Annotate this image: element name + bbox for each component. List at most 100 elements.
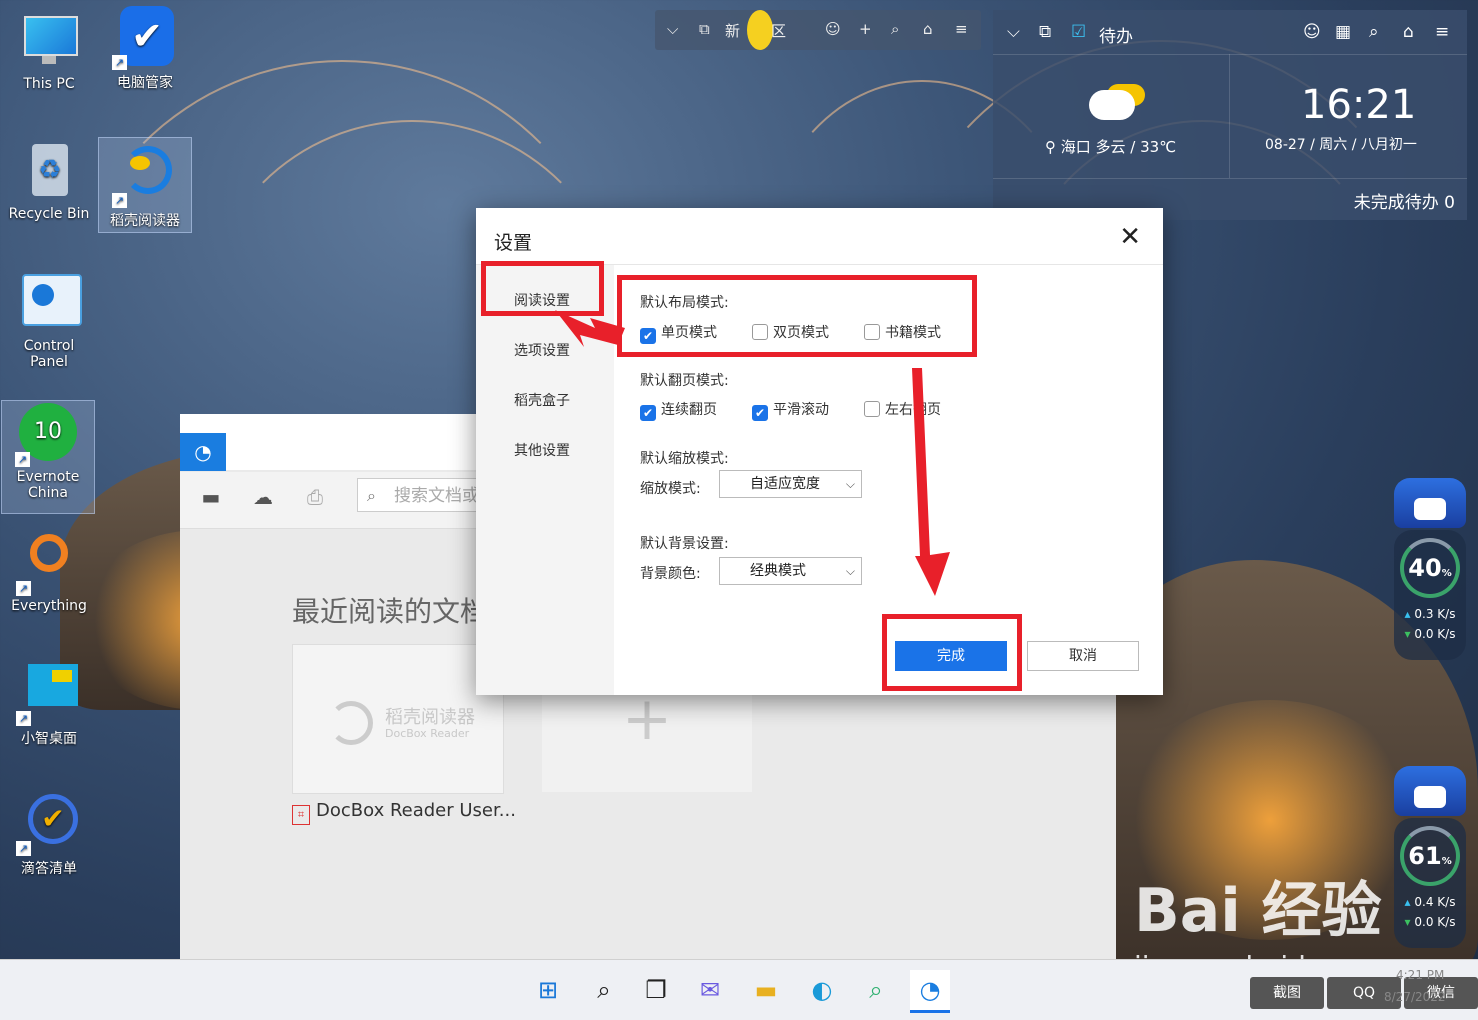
docbox-logo-icon[interactable]: ◔ [180, 433, 226, 471]
nav-other-settings[interactable]: 其他设置 [514, 440, 570, 460]
checkbox-continuous[interactable]: ✔ 连续翻页 [640, 399, 717, 421]
pending-count[interactable]: 未完成待办 0 [1354, 188, 1455, 213]
desktop-icon-evernote[interactable]: 10 ↗ Evernote China [1, 400, 95, 514]
evernote-icon: 10 ↗ [15, 403, 79, 467]
shortcut-arrow-icon: ↗ [112, 55, 127, 70]
download-rate: ▾ 0.0 K/s [1404, 915, 1456, 929]
dialog-title: 设置 [494, 232, 533, 254]
desktop-widget: ⌵ ⧉ ☑ 待办 ☺ ▦ ⌕ ⌂ ≡ ⚲ 海口 多云 / 33℃ 16:21 0… [993, 10, 1467, 220]
taskbar: ⊞ ⌕ ❐ ✉ ▬ ◐ ⌕ ◔ 截图 QQ 微信 4:21 PM 8/27/20… [0, 959, 1478, 1020]
shirt-icon[interactable]: ⌂ [923, 20, 933, 38]
tray-date: 8/27/2022 [1384, 990, 1446, 1004]
window-icon[interactable]: ⧉ [1039, 22, 1051, 42]
desktop-icon-label: Evernote China [16, 469, 80, 501]
baidu-watermark: Bai 经验 [1134, 876, 1382, 946]
user-icon[interactable]: ☺ [825, 20, 841, 38]
todo-check-icon: ☑ [1071, 22, 1087, 42]
window-icon[interactable]: ⧉ [699, 20, 710, 38]
tray-time: 4:21 PM [1396, 968, 1445, 982]
desktop-icon-recycle-bin[interactable]: ♻ Recycle Bin [3, 140, 95, 222]
recent-docs-title: 最近阅读的文档 [292, 595, 489, 628]
printer-icon[interactable]: ⎙ [302, 484, 328, 510]
shirt-icon[interactable]: ⌂ [1403, 22, 1414, 42]
assistant-robot-icon[interactable] [1394, 766, 1466, 816]
task-view-icon[interactable]: ❐ [636, 970, 676, 1010]
desktop-icon-ticktick[interactable]: ✔ ↗ 滴答清单 [3, 792, 95, 878]
desktop-icon-xiaozhi[interactable]: ↗ 小智桌面 [3, 662, 95, 748]
fences-tab-label[interactable]: 新 [725, 20, 740, 41]
file-explorer-icon[interactable]: ▬ [746, 970, 786, 1010]
xiaozhi-desktop-icon: ↗ [16, 662, 80, 726]
mascot-icon [747, 10, 773, 50]
usage-ring: 61% [1400, 826, 1460, 886]
search-placeholder: 搜索文档或 [394, 486, 479, 506]
plus-icon[interactable]: + [859, 20, 872, 38]
annotation-box-layout [617, 275, 977, 357]
everything-search-icon[interactable]: ⌕ [856, 970, 896, 1010]
zoom-mode-label: 缩放模式: [640, 481, 701, 497]
nav-option-settings[interactable]: 选项设置 [514, 340, 570, 360]
calendar-icon[interactable]: ▦ [1335, 22, 1351, 42]
network-monitor[interactable]: 61% ▴ 0.4 K/s ▾ 0.0 K/s [1394, 818, 1466, 948]
chevron-down-icon[interactable]: ⌵ [1007, 22, 1020, 42]
close-icon[interactable]: ✕ [1119, 222, 1141, 252]
checkbox-checked-icon: ✔ [752, 405, 768, 421]
page-turn-title: 默认翻页模式: [640, 373, 729, 389]
desktop-icon-label: 滴答清单 [21, 861, 77, 877]
zoom-mode-select[interactable]: 自适应宽度 ⌵ [719, 470, 862, 498]
desktop-icon-this-pc[interactable]: This PC [3, 10, 95, 92]
background-title: 默认背景设置: [640, 536, 729, 552]
usage-ring: 40% [1400, 538, 1460, 598]
checkbox-left-right[interactable]: 左右翻页 [864, 399, 941, 419]
card-logo-sub: DocBox Reader [385, 727, 470, 740]
background-color-select[interactable]: 经典模式 ⌵ [719, 557, 862, 585]
assistant-robot-icon[interactable] [1394, 478, 1466, 528]
doc-name[interactable]: ⌗ DocBox Reader User... [292, 800, 516, 825]
fences-toolbar[interactable]: ⌵ ⧉ 新 区 ☺ + ⌕ ⌂ ≡ [655, 10, 981, 50]
cancel-button[interactable]: 取消 [1027, 641, 1139, 671]
settings-nav: 阅读设置 选项设置 稻壳盒子 其他设置 [476, 265, 614, 695]
desktop-icon-docbox-reader[interactable]: ↗ 稻壳阅读器 [98, 137, 192, 233]
desktop-icon-label: 电脑管家 [117, 75, 173, 91]
chevron-down-icon: ⌵ [845, 564, 855, 578]
cloud-icon[interactable]: ☁ [250, 484, 276, 510]
chat-icon[interactable]: ✉ [690, 970, 730, 1010]
pdf-icon: ⌗ [292, 805, 310, 825]
annotation-box-nav [481, 261, 604, 316]
zoom-mode-title: 默认缩放模式: [640, 451, 729, 467]
checkbox-checked-icon: ✔ [640, 405, 656, 421]
background-color-label: 背景颜色: [640, 566, 701, 582]
search-icon[interactable]: ⌕ [1369, 22, 1379, 42]
chevron-down-icon[interactable]: ⌵ [667, 20, 678, 38]
desktop-icon-control-panel[interactable]: Control Panel [3, 272, 95, 370]
checkbox-smooth-scroll[interactable]: ✔ 平滑滚动 [752, 399, 829, 421]
desktop-icon-pc-manager[interactable]: ✔ ↗ 电脑管家 [99, 6, 191, 92]
todo-label[interactable]: 待办 [1099, 22, 1133, 47]
desktop-icon-label: Control Panel [23, 338, 75, 370]
shortcut-arrow-icon: ↗ [16, 711, 31, 726]
windows-start-icon[interactable]: ⊞ [528, 970, 568, 1010]
edge-browser-icon[interactable]: ◐ [802, 970, 842, 1010]
network-monitor[interactable]: 40% ▴ 0.3 K/s ▾ 0.0 K/s [1394, 530, 1466, 660]
location-pin-icon: ⚲ [1045, 138, 1061, 156]
desktop-icon-label: 稻壳阅读器 [110, 213, 180, 229]
tray-screenshot[interactable]: 截图 [1250, 977, 1324, 1009]
clock-time: 16:21 [1301, 82, 1417, 128]
nav-docbox[interactable]: 稻壳盒子 [514, 390, 570, 410]
folder-icon[interactable]: ▬ [198, 484, 224, 510]
search-icon[interactable]: ⌕ [584, 970, 624, 1010]
menu-icon[interactable]: ≡ [955, 20, 968, 38]
docbox-logo-icon [329, 701, 373, 745]
shield-icon: ✔ ↗ [112, 6, 176, 70]
clock-date: 08-27 / 周六 / 八月初一 [1265, 137, 1417, 153]
desktop-icon-everything[interactable]: ↗ Everything [3, 532, 95, 614]
menu-icon[interactable]: ≡ [1435, 22, 1449, 42]
user-icon[interactable]: ☺ [1303, 22, 1321, 42]
docbox-reader-taskbar-icon[interactable]: ◔ [910, 970, 950, 1013]
shortcut-arrow-icon: ↗ [16, 581, 31, 596]
fences-tab-label-tail: 区 [771, 22, 787, 40]
weather-text: ⚲ 海口 多云 / 33℃ [1045, 138, 1177, 156]
doc-card[interactable]: 稻壳阅读器 DocBox Reader [292, 644, 504, 794]
weather-cloud-icon [1089, 90, 1135, 120]
search-icon[interactable]: ⌕ [891, 20, 899, 38]
